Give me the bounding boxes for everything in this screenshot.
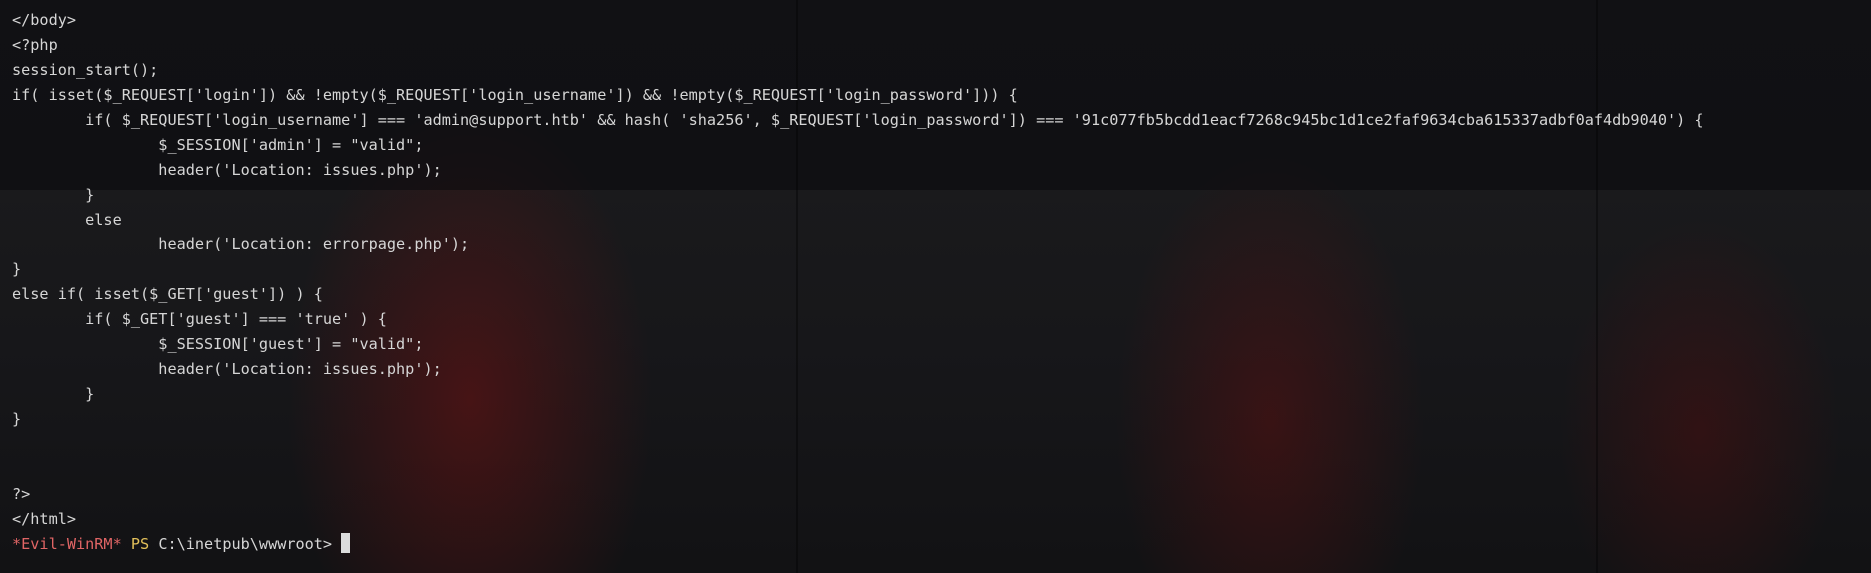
output-line: $_SESSION['admin'] = "valid"; [12, 135, 424, 154]
output-line: else if( isset($_GET['guest']) ) { [12, 285, 323, 304]
output-line: header('Location: issues.php'); [12, 160, 442, 179]
output-line: $_SESSION['guest'] = "valid"; [12, 335, 424, 354]
terminal-output: </body> <?php session_start(); if( isset($_… [12, 8, 1704, 557]
output-line: } [12, 410, 22, 428]
terminal-window[interactable]: </body> <?php session_start(); if( isset($_… [0, 0, 1871, 573]
output-line: header('Location: errorpage.php'); [12, 235, 470, 254]
output-line: </body> [12, 11, 77, 29]
output-line: session_start(); [12, 60, 159, 79]
output-line: if( $_REQUEST['login_username'] === 'adm… [12, 110, 1704, 129]
output-line: } [12, 385, 95, 404]
cursor-block[interactable] [341, 532, 351, 553]
output-line: } [12, 260, 22, 279]
output-line: if( $_GET['guest'] === 'true' ) { [12, 310, 387, 329]
ps-label: PS [130, 534, 150, 553]
output-line: } [12, 185, 95, 204]
output-line: <?php [12, 35, 58, 54]
output-line: ?> [12, 484, 31, 503]
prompt-line[interactable]: *Evil-WinRM* PS C:\inetpub\wwwroot> [12, 532, 1704, 557]
current-path: C:\inetpub\wwwroot> [158, 534, 333, 553]
output-line: header('Location: issues.php'); [12, 360, 442, 379]
output-line: </html> [12, 509, 77, 528]
shell-name: *Evil-WinRM* [12, 534, 122, 553]
output-line: else [12, 210, 122, 229]
output-line: if( isset($_REQUEST['login']) && !empty(… [12, 85, 1018, 104]
